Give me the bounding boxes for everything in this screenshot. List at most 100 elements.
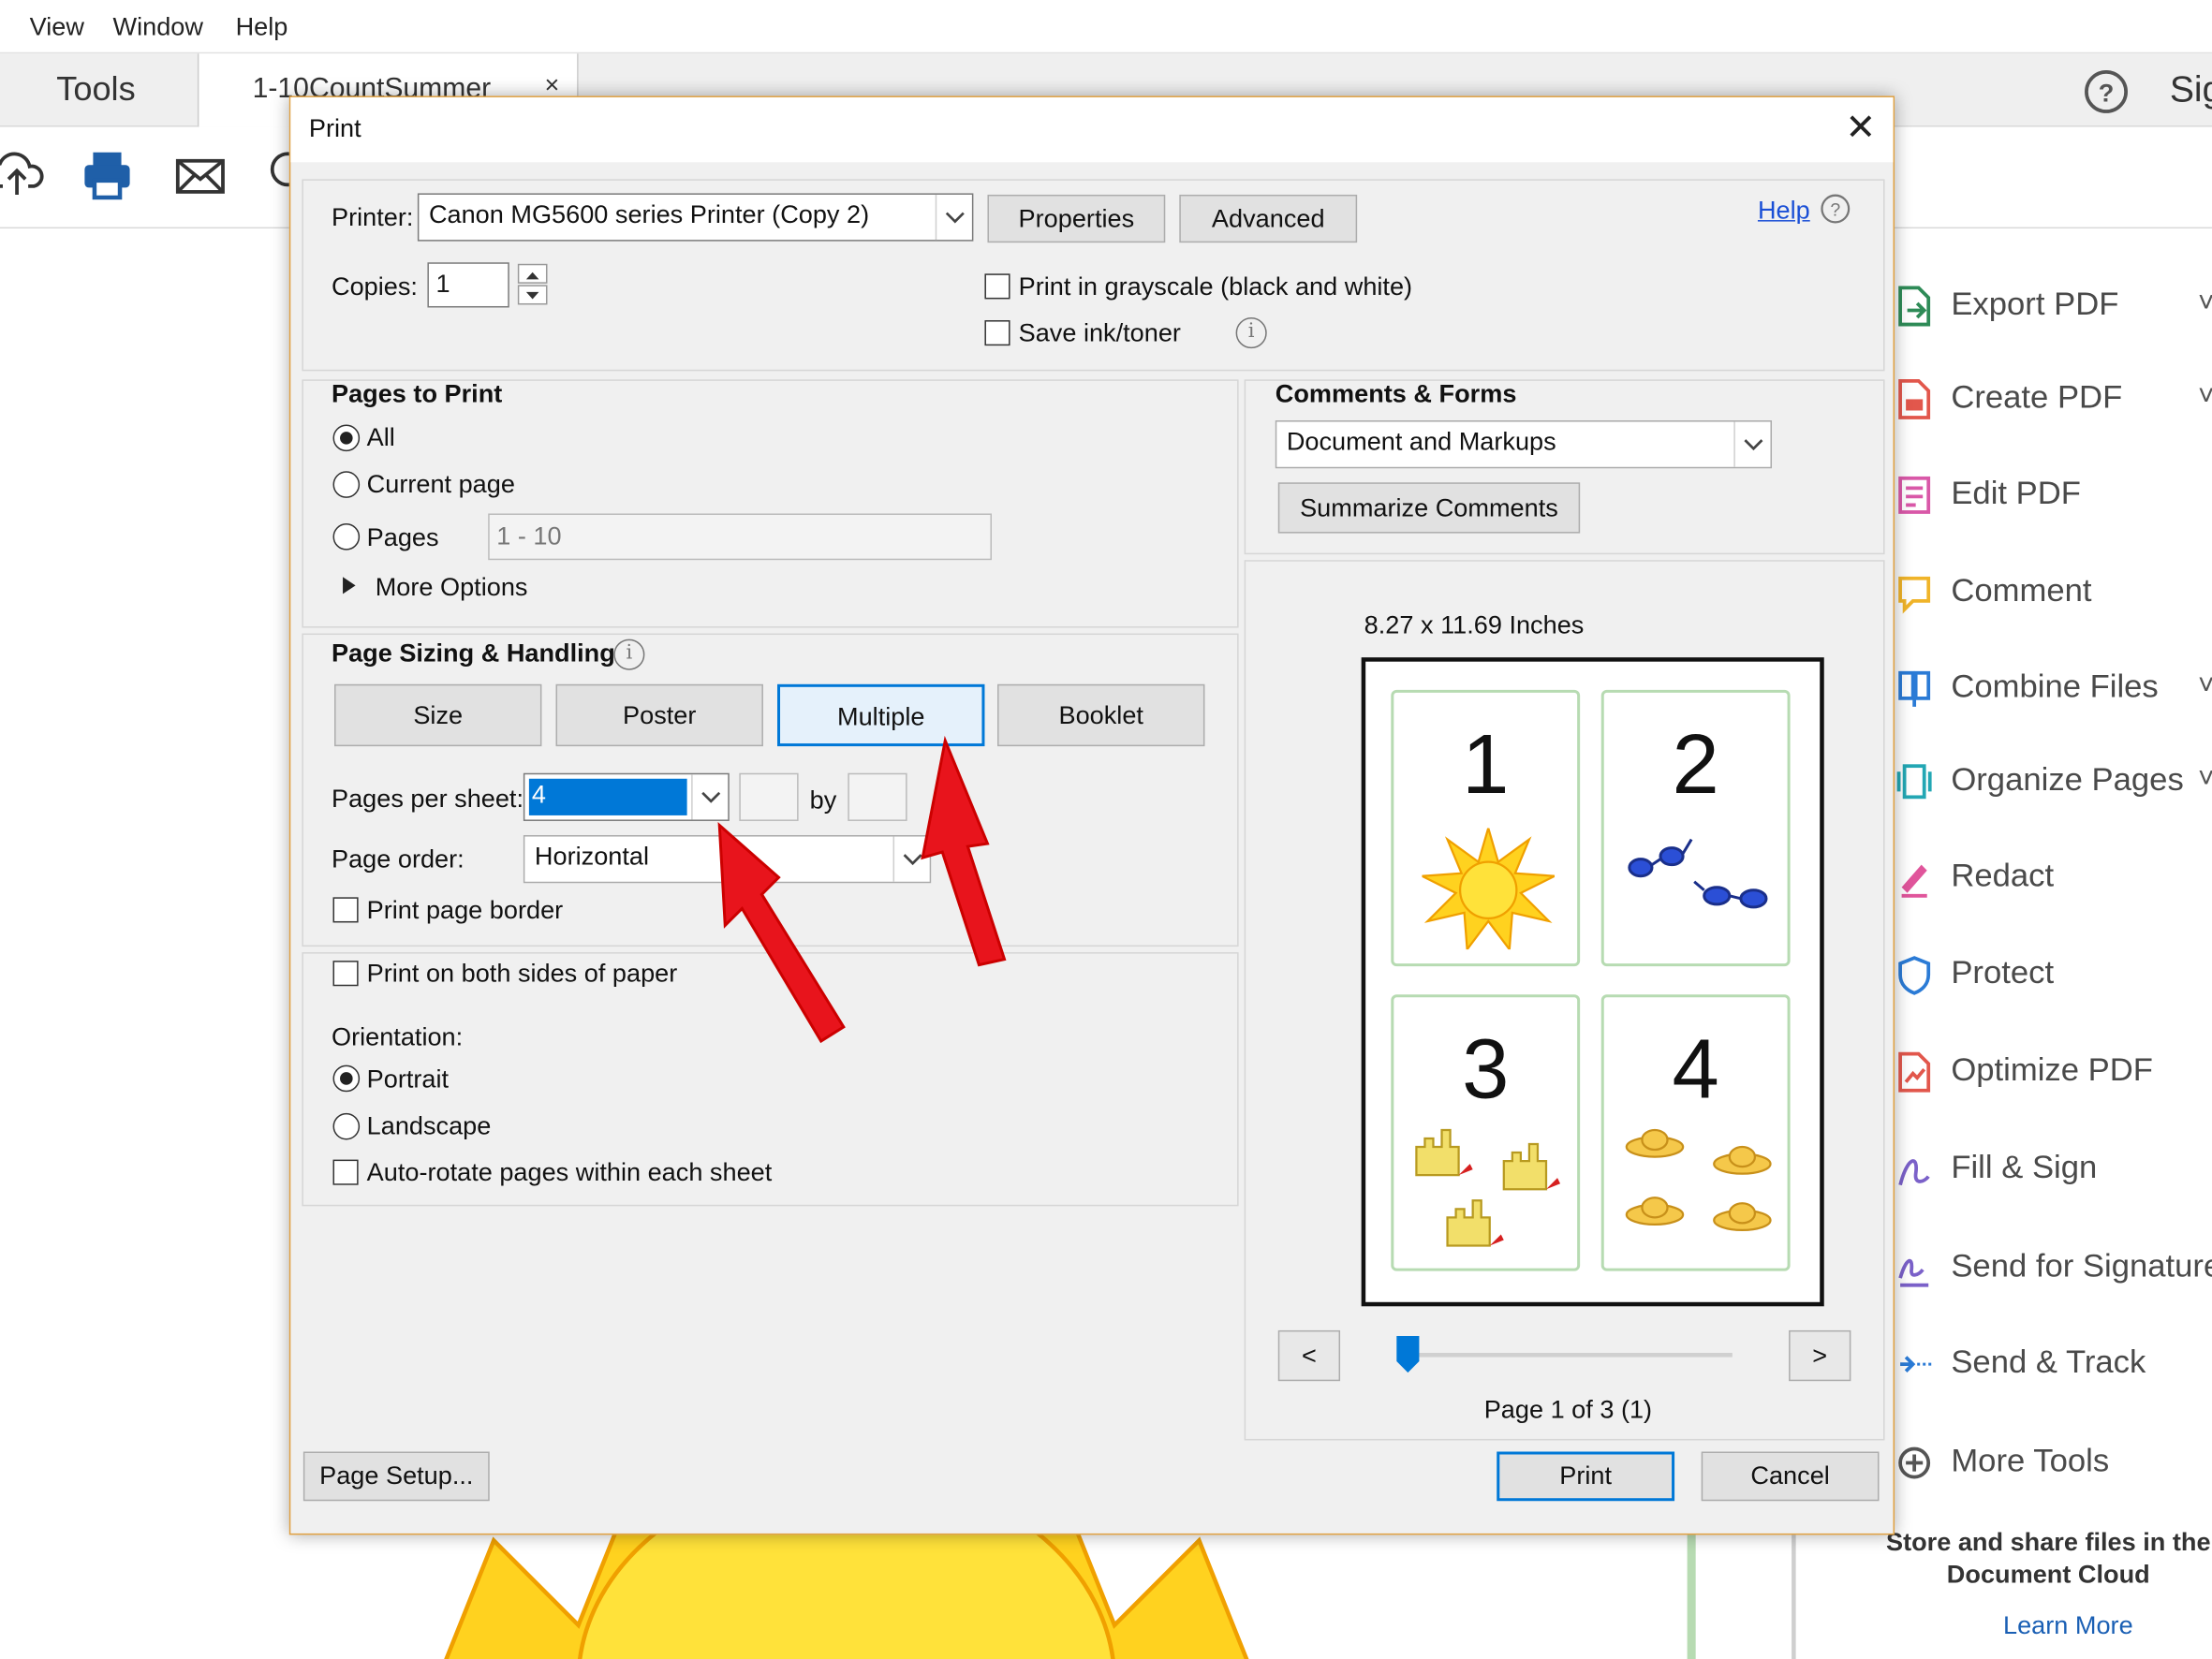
radio-pages-label: Pages bbox=[366, 523, 439, 552]
chevron-down-icon[interactable]: ˅ bbox=[2198, 763, 2212, 796]
card-number: 4 bbox=[1672, 1020, 1719, 1116]
upload-cloud-icon[interactable] bbox=[0, 147, 45, 203]
edit-pdf-icon bbox=[1898, 476, 1931, 514]
tool-send-for-signature[interactable]: Send for Signature bbox=[1885, 1241, 2212, 1298]
chevron-down-icon bbox=[1733, 421, 1770, 467]
summarize-comments-button[interactable]: Summarize Comments bbox=[1277, 482, 1581, 534]
tab-tools[interactable]: Tools bbox=[0, 53, 198, 126]
preview-card-4: 4 bbox=[1600, 994, 1791, 1271]
radio-landscape[interactable] bbox=[332, 1112, 361, 1140]
tool-edit-pdf[interactable]: Edit PDF bbox=[1885, 468, 2212, 524]
radio-landscape-label: Landscape bbox=[366, 1111, 492, 1140]
help-circle-icon[interactable]: ? bbox=[1820, 193, 1851, 224]
copies-input[interactable]: 1 bbox=[427, 262, 509, 308]
svg-text:?: ? bbox=[2099, 78, 2115, 107]
properties-button[interactable]: Properties bbox=[987, 194, 1166, 243]
more-options-label[interactable]: More Options bbox=[376, 573, 528, 603]
copies-label: Copies: bbox=[331, 272, 418, 301]
printer-select[interactable]: Canon MG5600 series Printer (Copy 2) bbox=[417, 193, 974, 242]
comments-forms-select[interactable]: Document and Markups bbox=[1275, 420, 1773, 469]
email-icon[interactable] bbox=[172, 147, 229, 203]
dialog-title-bar: Print ✕ bbox=[290, 96, 1894, 163]
pages-range-input[interactable]: 1 - 10 bbox=[488, 513, 992, 561]
copies-increment[interactable] bbox=[517, 263, 548, 284]
radio-all[interactable] bbox=[332, 424, 361, 452]
print-preview-page: 1 2 3 4 bbox=[1361, 657, 1824, 1307]
tool-create-pdf[interactable]: Create PDF ˅ bbox=[1885, 373, 2212, 429]
prev-page-button[interactable]: < bbox=[1277, 1329, 1341, 1382]
annotation-arrows bbox=[717, 735, 1007, 1044]
pages-to-print-title: Pages to Print bbox=[331, 379, 503, 408]
print-dialog: Print ✕ Printer: Canon MG5600 series Pri… bbox=[288, 95, 1895, 1535]
pages-per-sheet-select[interactable]: 4 bbox=[523, 772, 730, 821]
menu-help[interactable]: Help bbox=[236, 13, 288, 43]
next-page-button[interactable]: > bbox=[1789, 1329, 1851, 1382]
pages-range-value: 1 - 10 bbox=[496, 521, 562, 551]
pages-per-sheet-label: Pages per sheet: bbox=[331, 784, 524, 813]
tab-tools-label: Tools bbox=[56, 70, 136, 110]
chevron-down-icon[interactable]: ˅ bbox=[2198, 287, 2212, 320]
tool-more-tools[interactable]: More Tools bbox=[1885, 1436, 2212, 1492]
grayscale-checkbox[interactable] bbox=[984, 273, 1010, 300]
tool-label: Comment bbox=[1951, 571, 2092, 609]
help-link[interactable]: Help bbox=[1758, 196, 1810, 226]
paper-size-label: 8.27 x 11.69 Inches bbox=[1364, 610, 1585, 639]
tool-send-track[interactable]: Send & Track bbox=[1885, 1337, 2212, 1393]
send-track-icon bbox=[1900, 1356, 1932, 1373]
page-slider-thumb[interactable] bbox=[1394, 1333, 1422, 1375]
tool-export-pdf[interactable]: Export PDF ˅ bbox=[1885, 279, 2212, 335]
tool-protect[interactable]: Protect bbox=[1885, 948, 2212, 1005]
learn-more-link[interactable]: Learn More bbox=[1885, 1611, 2212, 1641]
info-icon[interactable]: i bbox=[1235, 317, 1267, 349]
menu-view[interactable]: View bbox=[30, 13, 84, 43]
fill-sign-icon bbox=[1898, 1159, 1930, 1186]
advanced-button[interactable]: Advanced bbox=[1179, 194, 1358, 243]
tool-comment[interactable]: Comment bbox=[1885, 565, 2212, 622]
tool-combine-files[interactable]: Combine Files ˅ bbox=[1885, 662, 2212, 718]
more-tools-icon bbox=[1898, 1446, 1931, 1479]
page-indicator: Page 1 of 3 (1) bbox=[1483, 1395, 1653, 1424]
radio-pages[interactable] bbox=[332, 523, 361, 551]
comments-forms-title: Comments & Forms bbox=[1275, 379, 1517, 408]
chevron-down-icon[interactable]: ˅ bbox=[2198, 670, 2212, 703]
menu-window[interactable]: Window bbox=[113, 13, 203, 43]
info-icon[interactable]: i bbox=[613, 639, 645, 670]
close-icon[interactable]: ✕ bbox=[1839, 106, 1881, 148]
page-slider-track[interactable] bbox=[1413, 1353, 1733, 1358]
radio-portrait[interactable] bbox=[332, 1064, 361, 1093]
comments-forms-value: Document and Markups bbox=[1286, 427, 1556, 456]
both-sides-checkbox[interactable] bbox=[332, 961, 359, 987]
chevron-down-icon[interactable]: ˅ bbox=[2198, 381, 2212, 414]
page-order-value: Horizontal bbox=[534, 842, 650, 871]
sandcastle-icon bbox=[1415, 1128, 1561, 1247]
print-page-border-checkbox[interactable] bbox=[332, 897, 359, 923]
sign-in-label[interactable]: Sig bbox=[2170, 67, 2212, 111]
dialog-title: Print bbox=[308, 114, 361, 143]
create-pdf-icon bbox=[1898, 378, 1931, 419]
tool-label: Send & Track bbox=[1951, 1343, 2146, 1380]
printer-label: Printer: bbox=[331, 202, 414, 232]
size-button[interactable]: Size bbox=[334, 683, 542, 747]
send-signature-icon bbox=[1898, 1258, 1929, 1287]
radio-portrait-label: Portrait bbox=[366, 1064, 450, 1094]
cancel-button[interactable]: Cancel bbox=[1701, 1451, 1880, 1502]
page-setup-button[interactable]: Page Setup... bbox=[302, 1451, 490, 1502]
tool-label: More Tools bbox=[1951, 1441, 2110, 1479]
tool-optimize-pdf[interactable]: Optimize PDF bbox=[1885, 1046, 2212, 1102]
print-button[interactable]: Print bbox=[1497, 1451, 1675, 1502]
tool-redact[interactable]: Redact bbox=[1885, 851, 2212, 907]
preview-card-3: 3 bbox=[1391, 994, 1581, 1271]
card-number: 2 bbox=[1672, 716, 1719, 812]
tool-fill-sign[interactable]: Fill & Sign bbox=[1885, 1143, 2212, 1199]
copies-decrement[interactable] bbox=[517, 285, 548, 305]
svg-text:?: ? bbox=[1830, 200, 1840, 221]
page-sizing-title: Page Sizing & Handling bbox=[331, 639, 615, 668]
radio-current-page[interactable] bbox=[332, 471, 361, 498]
auto-rotate-checkbox[interactable] bbox=[332, 1159, 359, 1185]
print-icon[interactable] bbox=[79, 147, 135, 203]
help-icon[interactable]: ? bbox=[2082, 67, 2130, 115]
expand-triangle-icon[interactable] bbox=[342, 576, 359, 595]
tools-pane: Export PDF ˅ Create PDF ˅ Edit PDF Comme… bbox=[1884, 228, 2212, 1659]
save-ink-checkbox[interactable] bbox=[984, 320, 1010, 346]
tool-organize-pages[interactable]: Organize Pages ˅ bbox=[1885, 755, 2212, 811]
